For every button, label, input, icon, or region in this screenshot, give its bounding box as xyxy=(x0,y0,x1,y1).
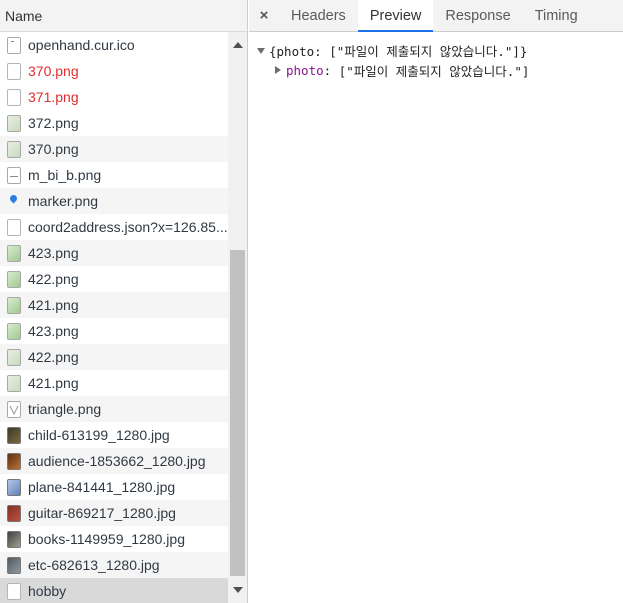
request-list-scrollbar[interactable] xyxy=(228,32,247,603)
request-row[interactable]: triangle.png xyxy=(0,396,228,422)
photo-thumbnail-icon xyxy=(7,530,21,548)
file-blank-icon xyxy=(7,88,21,106)
request-row[interactable]: coord2address.json?x=126.85... xyxy=(0,214,228,240)
json-value: ["파일이 제출되지 않았습니다."] xyxy=(338,63,530,79)
request-name: 421.png xyxy=(28,297,79,313)
request-name: 422.png xyxy=(28,349,79,365)
photo-thumbnail-icon xyxy=(7,504,21,522)
image-thumbnail-icon xyxy=(7,140,21,158)
request-row-selected[interactable]: hobby xyxy=(0,578,228,603)
request-row[interactable]: 423.png xyxy=(0,318,228,344)
request-name: hobby xyxy=(28,583,67,599)
image-thumbnail-icon xyxy=(7,322,21,340)
photo-thumbnail-icon xyxy=(7,426,21,444)
file-cursor-icon xyxy=(7,36,21,54)
triangle-image-icon xyxy=(7,400,21,418)
expand-right-icon[interactable] xyxy=(273,65,284,76)
scroll-down-arrow-icon[interactable] xyxy=(228,577,247,603)
request-row[interactable]: 372.png xyxy=(0,110,228,136)
request-row[interactable]: audience-1853662_1280.jpg xyxy=(0,448,228,474)
json-preview: {photo: ["파일이 제출되지 않았습니다."]} photo: ["파일… xyxy=(249,32,623,80)
request-row[interactable]: 422.png xyxy=(0,266,228,292)
request-name: guitar-869217_1280.jpg xyxy=(28,505,176,521)
request-name: triangle.png xyxy=(28,401,102,417)
request-name: 423.png xyxy=(28,245,79,261)
request-row[interactable]: 422.png xyxy=(0,344,228,370)
photo-thumbnail-icon xyxy=(7,452,21,470)
image-thumbnail-icon xyxy=(7,166,21,184)
request-name: 421.png xyxy=(28,375,79,391)
request-list-panel: Name openhand.cur.ico 370.png 371.png 37… xyxy=(0,0,248,603)
request-name: 423.png xyxy=(28,323,79,339)
request-row[interactable]: child-613199_1280.jpg xyxy=(0,422,228,448)
photo-thumbnail-icon xyxy=(7,556,21,574)
request-row[interactable]: books-1149959_1280.jpg xyxy=(0,526,228,552)
image-thumbnail-icon xyxy=(7,296,21,314)
image-thumbnail-icon xyxy=(7,244,21,262)
request-name: books-1149959_1280.jpg xyxy=(28,531,185,547)
request-name: audience-1853662_1280.jpg xyxy=(28,453,206,469)
request-row[interactable]: guitar-869217_1280.jpg xyxy=(0,500,228,526)
photo-thumbnail-icon xyxy=(7,478,21,496)
request-name: 370.png xyxy=(28,63,79,79)
file-blank-icon xyxy=(7,218,21,236)
request-name: coord2address.json?x=126.85... xyxy=(28,219,228,235)
request-name: plane-841441_1280.jpg xyxy=(28,479,176,495)
request-name: etc-682613_1280.jpg xyxy=(28,557,160,573)
request-rows: openhand.cur.ico 370.png 371.png 372.png… xyxy=(0,32,228,603)
expand-down-icon[interactable] xyxy=(256,45,267,56)
request-name: 422.png xyxy=(28,271,79,287)
request-row[interactable]: 421.png xyxy=(0,370,228,396)
tab-preview[interactable]: Preview xyxy=(357,0,434,32)
image-thumbnail-icon xyxy=(7,270,21,288)
request-name: child-613199_1280.jpg xyxy=(28,427,170,443)
json-key: photo xyxy=(286,62,324,78)
detail-tab-bar: × Headers Preview Response Timing xyxy=(249,0,623,32)
request-row[interactable]: etc-682613_1280.jpg xyxy=(0,552,228,578)
tab-headers[interactable]: Headers xyxy=(279,0,358,31)
request-row[interactable]: openhand.cur.ico xyxy=(0,32,228,58)
file-blank-icon xyxy=(7,582,21,600)
request-row[interactable]: m_bi_b.png xyxy=(0,162,228,188)
request-row[interactable]: 421.png xyxy=(0,292,228,318)
image-thumbnail-icon xyxy=(7,114,21,132)
request-name: marker.png xyxy=(28,193,99,209)
request-name: 370.png xyxy=(28,141,79,157)
close-icon[interactable]: × xyxy=(249,0,279,31)
image-thumbnail-icon xyxy=(7,374,21,392)
request-detail-panel: × Headers Preview Response Timing {photo… xyxy=(249,0,623,603)
request-name: m_bi_b.png xyxy=(28,167,102,183)
tab-timing[interactable]: Timing xyxy=(523,0,590,31)
json-root-node[interactable]: {photo: ["파일이 제출되지 않았습니다."]} xyxy=(256,40,623,60)
name-column-header[interactable]: Name xyxy=(0,0,247,32)
request-row[interactable]: 423.png xyxy=(0,240,228,266)
json-child-node[interactable]: photo: ["파일이 제출되지 않았습니다."] xyxy=(256,60,623,80)
map-marker-icon xyxy=(7,193,21,210)
request-row[interactable]: plane-841441_1280.jpg xyxy=(0,474,228,500)
request-name: 371.png xyxy=(28,89,79,105)
tab-response[interactable]: Response xyxy=(433,0,522,31)
request-row[interactable]: 371.png xyxy=(0,84,228,110)
scrollbar-thumb[interactable] xyxy=(230,250,245,576)
image-thumbnail-icon xyxy=(7,348,21,366)
request-row[interactable]: 370.png xyxy=(0,136,228,162)
request-name: openhand.cur.ico xyxy=(28,37,135,53)
file-blank-icon xyxy=(7,62,21,80)
json-root-summary: {photo: ["파일이 제출되지 않았습니다."]} xyxy=(269,43,528,59)
json-colon: : xyxy=(323,62,339,78)
request-row[interactable]: marker.png xyxy=(0,188,228,214)
request-row[interactable]: 370.png xyxy=(0,58,228,84)
scroll-up-arrow-icon[interactable] xyxy=(228,32,247,58)
request-name: 372.png xyxy=(28,115,79,131)
